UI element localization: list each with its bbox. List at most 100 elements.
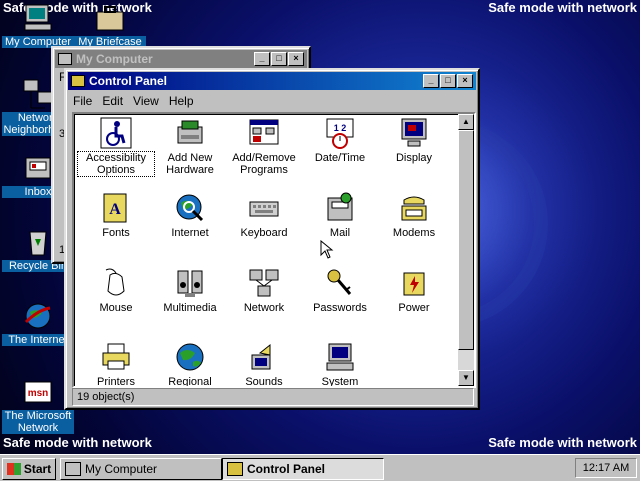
cpl-item-mouse[interactable]: Mouse (78, 267, 154, 314)
desktop-icon-my-computer[interactable]: My Computer (2, 2, 74, 48)
keyboard-icon (248, 192, 280, 224)
scroll-down-button[interactable]: ▼ (458, 370, 474, 386)
mail-icon (324, 192, 356, 224)
menu-bar: File Edit View Help (66, 92, 478, 110)
menu-file[interactable]: File (68, 94, 97, 108)
cpl-item-label: Date/Time (314, 152, 366, 164)
cpl-item-accessibility-options[interactable]: Accessibility Options (77, 117, 155, 177)
cpl-item-label: Mouse (99, 302, 133, 314)
internet-globe-icon (174, 192, 206, 224)
close-button[interactable]: × (288, 52, 304, 66)
calendar-clock-icon: 1 2 (324, 117, 356, 149)
inbox-icon (22, 152, 54, 184)
computer-icon (65, 462, 81, 476)
msn-icon: msn (22, 376, 54, 408)
maximize-button[interactable]: □ (440, 74, 456, 88)
minimize-button[interactable]: _ (423, 74, 439, 88)
vertical-scrollbar[interactable]: ▲ ▼ (458, 114, 474, 386)
cpl-item-modems[interactable]: Modems (376, 192, 452, 239)
start-button[interactable]: Start (2, 458, 56, 480)
cpl-item-add-new-hardware[interactable]: Add New Hardware (152, 117, 228, 176)
cpl-item-label: Mail (329, 227, 351, 239)
cpl-item-date-time[interactable]: 1 2 Date/Time (302, 117, 378, 164)
cpl-item-label: Add New Hardware (166, 152, 214, 176)
cpl-item-network[interactable]: Network (226, 267, 302, 314)
cpl-item-printers[interactable]: Printers (78, 341, 154, 388)
minimize-button[interactable]: _ (254, 52, 270, 66)
windows-logo-icon (6, 463, 21, 475)
fonts-icon: A (100, 192, 132, 224)
control-panel-content: Accessibility Options Add New Hardware A… (72, 112, 476, 388)
cpl-item-keyboard[interactable]: Keyboard (226, 192, 302, 239)
desktop-icon-label: The Microsoft Network (2, 410, 74, 434)
taskbar-button-label: My Computer (85, 462, 158, 476)
menu-view[interactable]: View (128, 94, 164, 108)
network-icon (22, 78, 54, 110)
window-title: My Computer (76, 52, 153, 66)
status-bar: 19 object(s) (72, 388, 474, 406)
cpl-item-display[interactable]: Display (376, 117, 452, 164)
internet-icon (22, 300, 54, 332)
safe-mode-watermark-bottom-right: Safe mode with network (488, 435, 637, 450)
taskbar-button-my-computer[interactable]: My Computer (60, 458, 222, 480)
cpl-item-label: Passwords (313, 302, 367, 314)
cpl-item-mail[interactable]: Mail (302, 192, 378, 239)
programs-icon (248, 117, 280, 149)
control-panel-icon (71, 75, 85, 87)
multimedia-icon (174, 267, 206, 299)
cpl-item-sounds[interactable]: Sounds (226, 341, 302, 388)
computer-icon (58, 53, 72, 65)
cpl-item-label: Multimedia (163, 302, 217, 314)
cpl-item-regional[interactable]: Regional (152, 341, 228, 388)
cpl-item-label: Power (398, 302, 430, 314)
mouse-icon (100, 267, 132, 299)
cpl-item-internet[interactable]: Internet (152, 192, 228, 239)
cpl-item-label: System (321, 376, 359, 388)
menu-edit[interactable]: Edit (97, 94, 128, 108)
printer-icon (100, 341, 132, 373)
cpl-item-label: Modems (392, 227, 436, 239)
my-computer-title-bar[interactable]: My Computer _ □ × (55, 50, 307, 68)
cpl-item-system[interactable]: System (302, 341, 378, 388)
system-clock[interactable]: 12:17 AM (575, 458, 637, 478)
control-panel-title-bar[interactable]: Control Panel _ □ × (68, 72, 476, 90)
cpl-item-label: Regional (168, 376, 212, 388)
modem-icon (398, 192, 430, 224)
taskbar: Start My Computer Control Panel 12:17 AM (0, 454, 640, 481)
cpl-item-multimedia[interactable]: Multimedia (152, 267, 228, 314)
menu-help[interactable]: Help (164, 94, 199, 108)
accessibility-icon (100, 117, 132, 149)
computer-icon (22, 2, 54, 34)
cpl-item-fonts[interactable]: A Fonts (78, 192, 154, 239)
close-button[interactable]: × (457, 74, 473, 88)
cpl-item-label: Printers (97, 376, 135, 388)
keys-icon (324, 267, 356, 299)
window-title: Control Panel (89, 74, 168, 88)
recycle-bin-icon (22, 226, 54, 258)
safe-mode-watermark-top-right: Safe mode with network (488, 0, 637, 15)
globe-icon (174, 341, 206, 373)
cpl-item-label: Keyboard (240, 227, 288, 239)
control-panel-items: Accessibility Options Add New Hardware A… (74, 114, 458, 386)
network-icon (248, 267, 280, 299)
speaker-icon (248, 341, 280, 373)
scroll-up-button[interactable]: ▲ (458, 114, 474, 130)
cpl-item-label: Internet (171, 227, 209, 239)
mouse-cursor-icon (320, 240, 334, 259)
taskbar-button-control-panel[interactable]: Control Panel (222, 458, 384, 480)
start-label: Start (23, 462, 52, 476)
scroll-thumb[interactable] (458, 130, 474, 350)
power-icon (398, 267, 430, 299)
desktop-icon-my-briefcase[interactable]: My Briefcase (74, 2, 146, 48)
cpl-item-label: Network (243, 302, 285, 314)
safe-mode-watermark-bottom-left: Safe mode with network (3, 435, 152, 450)
cpl-item-passwords[interactable]: Passwords (302, 267, 378, 314)
control-panel-icon (227, 462, 243, 476)
cpl-item-add-remove-programs[interactable]: Add/Remove Programs (226, 117, 302, 176)
cpl-item-power[interactable]: Power (376, 267, 452, 314)
cpl-item-label: Accessibility Options (77, 151, 155, 177)
taskbar-button-label: Control Panel (247, 462, 326, 476)
control-panel-window[interactable]: Control Panel _ □ × File Edit View Help … (64, 68, 480, 410)
cpl-item-label: Sounds (245, 376, 283, 388)
maximize-button[interactable]: □ (271, 52, 287, 66)
